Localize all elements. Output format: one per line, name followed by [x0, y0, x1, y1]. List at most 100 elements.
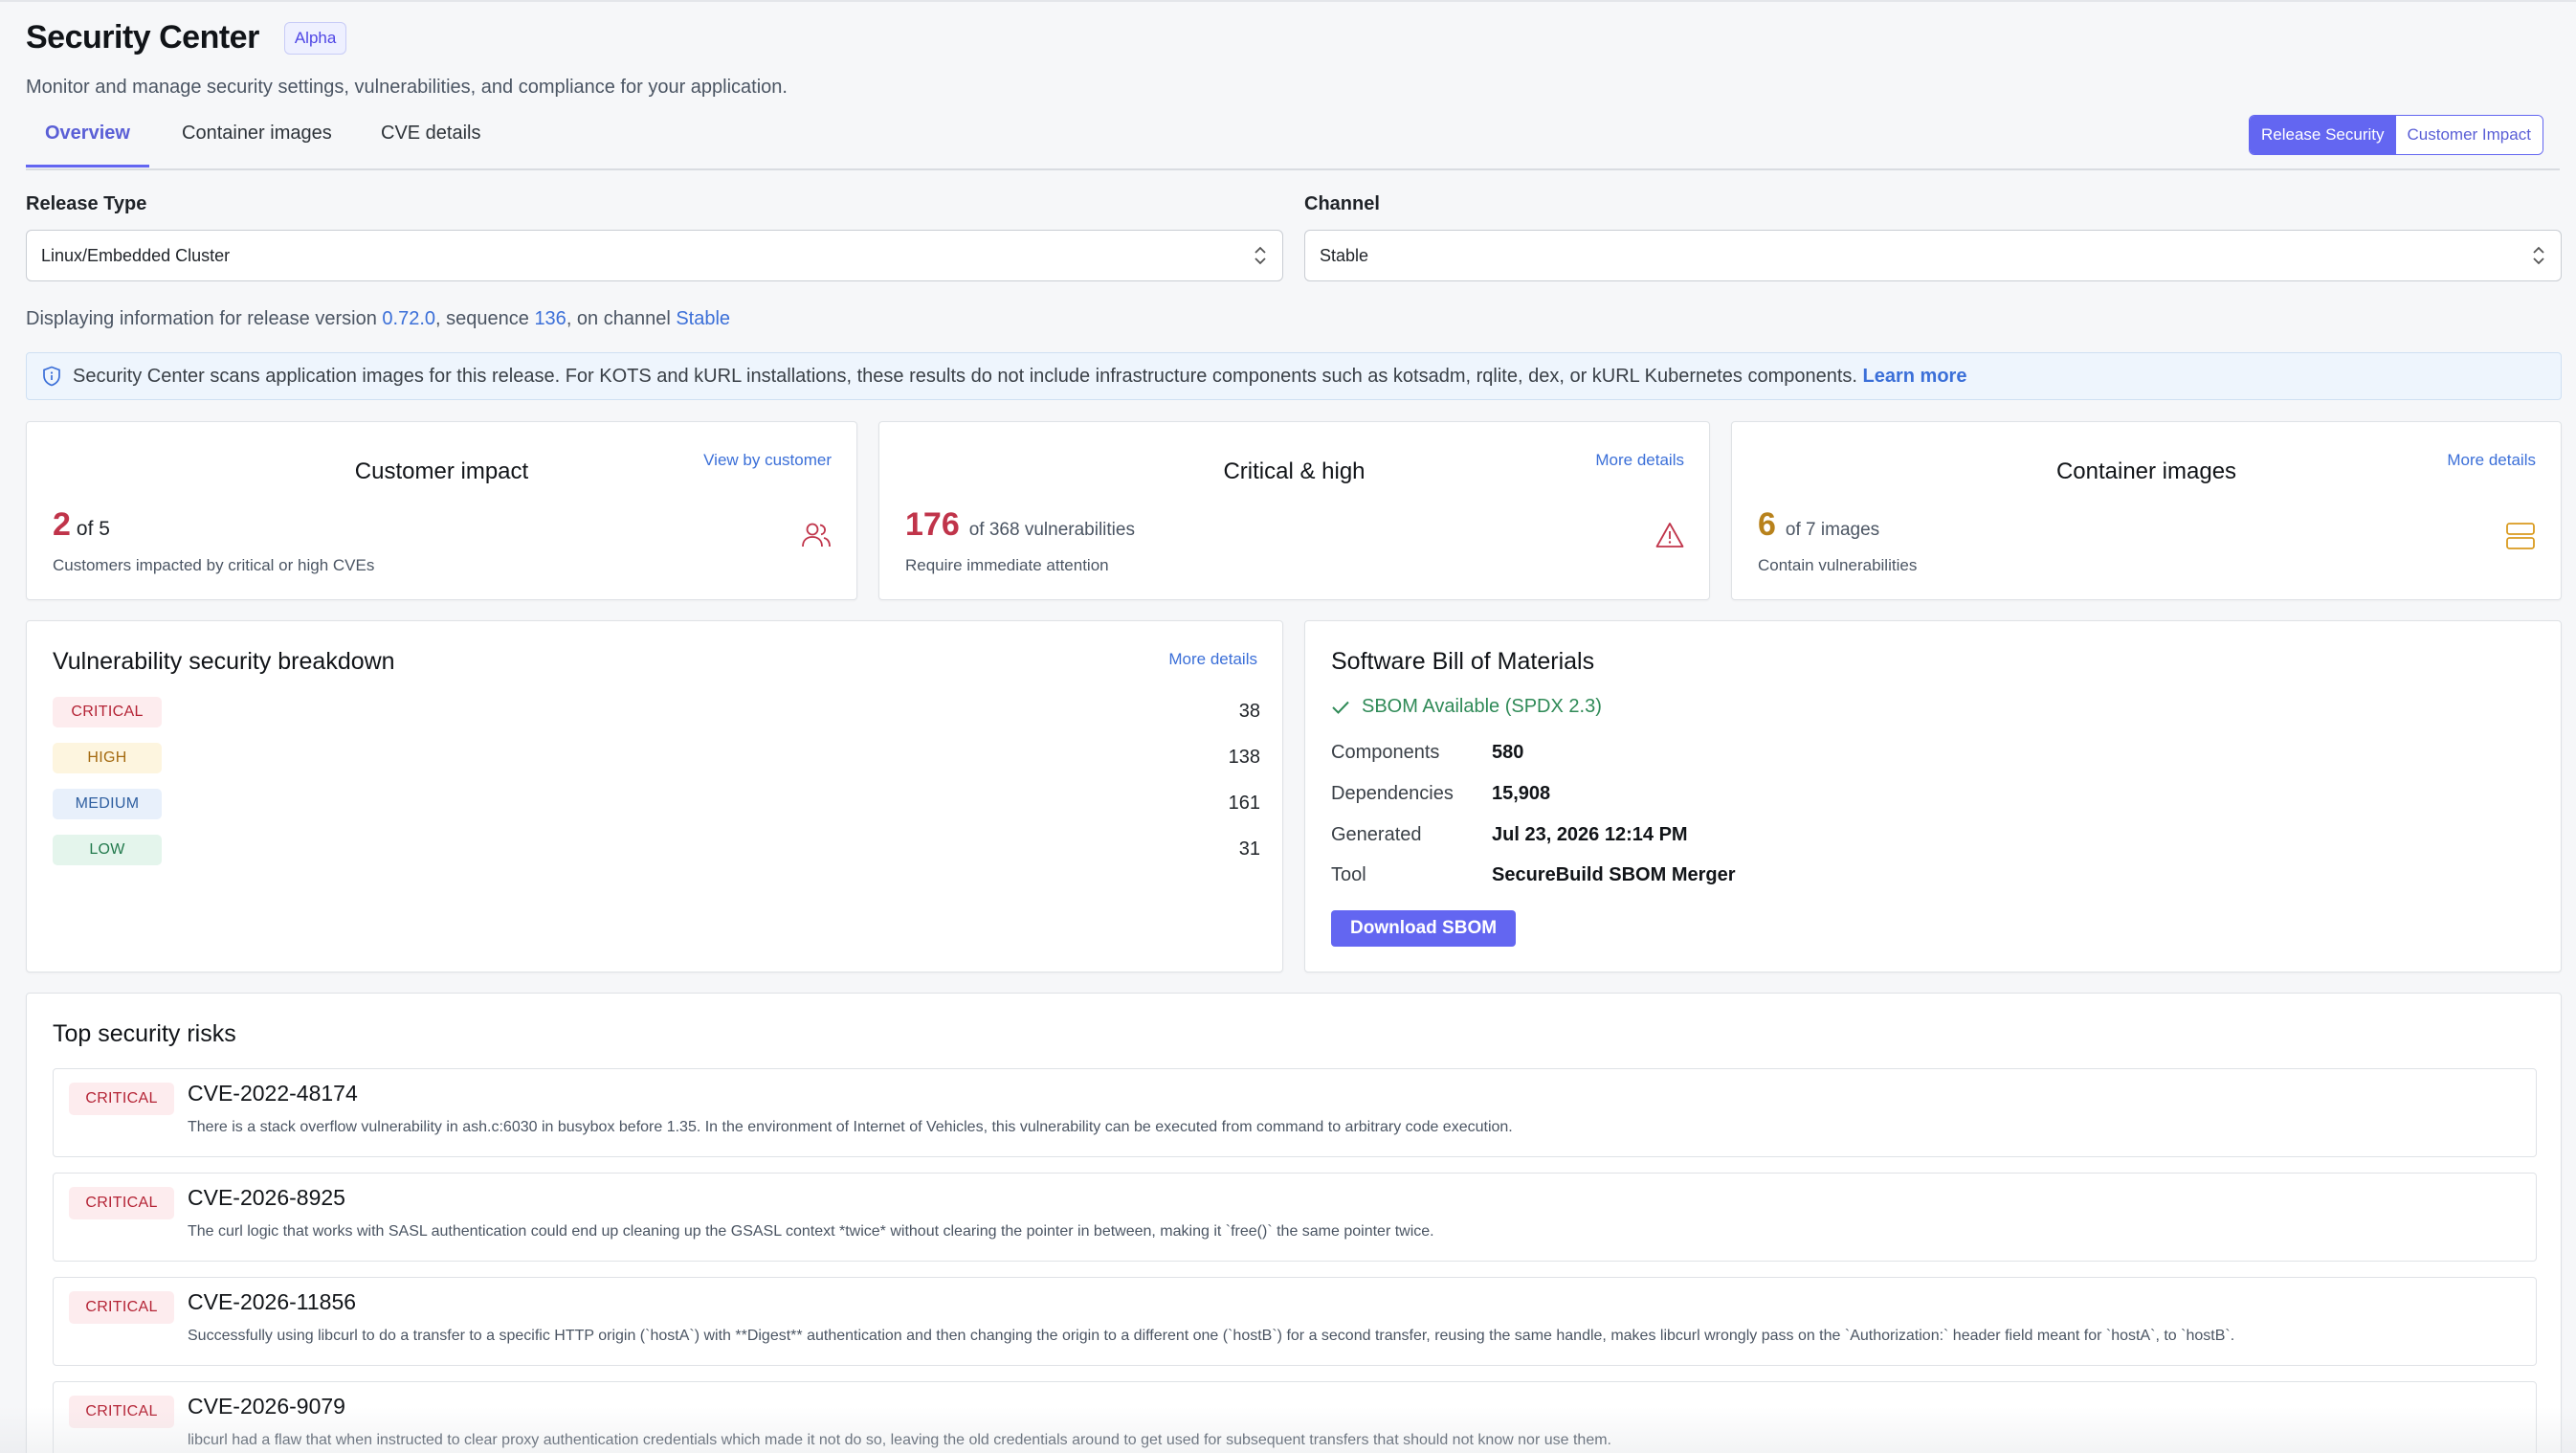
customer-impact-value: 2 of 5 — [53, 506, 110, 544]
release-info: Displaying information for release versi… — [26, 308, 730, 330]
risk-item[interactable]: CRITICAL CVE-2022-48174 There is a stack… — [53, 1068, 2537, 1157]
risk-item[interactable]: CRITICAL CVE-2026-9079 libcurl had a fla… — [53, 1381, 2537, 1453]
header: Security Center Alpha — [26, 19, 347, 56]
critical-high-title: Critical & high — [1223, 458, 1366, 484]
sbom-title: Software Bill of Materials — [1331, 648, 1595, 675]
vulnerability-breakdown-card: Vulnerability security breakdown More de… — [26, 620, 1283, 972]
breakdown-more-details-link[interactable]: More details — [1168, 650, 1257, 669]
sbom-status-text: SBOM Available (SPDX 2.3) — [1362, 696, 1602, 717]
channel-value: Stable — [1320, 246, 1369, 265]
page-title: Security Center — [26, 19, 259, 56]
severity-row-medium: MEDIUM 161 — [53, 789, 1260, 819]
risk-cve-id: CVE-2026-9079 — [188, 1394, 345, 1419]
severity-pill-low: LOW — [53, 835, 162, 865]
top-security-risks-card: Top security risks CRITICAL CVE-2022-481… — [26, 993, 2562, 1453]
top-divider — [0, 0, 2576, 2]
select-chevron-icon — [2533, 246, 2544, 265]
severity-count-medium: 161 — [1228, 793, 1260, 814]
container-images-total: of 7 images — [1785, 520, 1880, 540]
severity-pill-medium: MEDIUM — [53, 789, 162, 819]
tab-container-images[interactable]: Container images — [182, 123, 332, 166]
channel-select[interactable]: Stable — [1304, 230, 2562, 281]
container-images-title: Container images — [2055, 458, 2237, 484]
container-images-number: 6 — [1758, 506, 1776, 543]
risk-cve-id: CVE-2026-8925 — [188, 1185, 345, 1210]
severity-row-critical: CRITICAL 38 — [53, 697, 1260, 727]
critical-high-desc: Require immediate attention — [905, 556, 1109, 574]
breakdown-title: Vulnerability security breakdown — [53, 648, 395, 675]
sbom-key-tool: Tool — [1331, 864, 1366, 885]
risk-description: Successfully using libcurl to do a trans… — [188, 1328, 2235, 1344]
check-icon — [1332, 701, 1349, 714]
sbom-value-generated: Jul 23, 2026 12:14 PM — [1492, 824, 1688, 845]
critical-high-total: of 368 vulnerabilities — [968, 520, 1135, 540]
risk-cve-id: CVE-2026-11856 — [188, 1289, 357, 1314]
channel-label: Channel — [1304, 193, 1380, 214]
severity-row-low: LOW 31 — [53, 835, 1260, 865]
sbom-key-generated: Generated — [1331, 824, 1422, 845]
tab-bar: Overview Container images CVE details — [26, 115, 2560, 170]
security-center-page: Security Center Alpha Monitor and manage… — [0, 0, 2576, 1453]
customer-impact-toggle[interactable]: Customer Impact — [2395, 116, 2543, 154]
critical-high-more-details-link[interactable]: More details — [1595, 451, 1684, 470]
customer-impact-card: Customer impact View by customer 2 of 5 … — [26, 421, 857, 600]
risk-severity-pill: CRITICAL — [69, 1396, 174, 1428]
learn-more-link[interactable]: Learn more — [1863, 366, 1967, 387]
download-sbom-button[interactable]: Download SBOM — [1331, 910, 1517, 947]
server-stack-icon — [2506, 523, 2535, 549]
risk-description: There is a stack overflow vulnerability … — [188, 1119, 1513, 1135]
sbom-key-components: Components — [1331, 742, 1440, 763]
release-type-label: Release Type — [26, 193, 147, 214]
release-sequence-link[interactable]: 136 — [534, 308, 566, 329]
sbom-status: SBOM Available (SPDX 2.3) — [1331, 696, 1602, 718]
users-icon — [802, 523, 831, 548]
severity-row-high: HIGH 138 — [53, 743, 1260, 773]
critical-high-value: 176 of 368 vulnerabilities — [905, 506, 1135, 544]
view-toggle: Release Security Customer Impact — [2249, 115, 2543, 155]
sbom-value-dependencies: 15,908 — [1492, 783, 1551, 804]
release-security-toggle[interactable]: Release Security — [2250, 116, 2396, 154]
risk-description: libcurl had a flaw that when instructed … — [188, 1432, 1611, 1448]
customer-impact-total: of 5 — [76, 518, 110, 540]
container-images-more-details-link[interactable]: More details — [2447, 451, 2536, 470]
warning-triangle-icon — [1655, 523, 1684, 548]
release-type-value: Linux/Embedded Cluster — [41, 246, 231, 265]
alpha-badge: Alpha — [283, 21, 347, 55]
container-images-value: 6 of 7 images — [1758, 506, 1879, 544]
container-images-desc: Contain vulnerabilities — [1758, 556, 1918, 574]
risk-item[interactable]: CRITICAL CVE-2026-8925 The curl logic th… — [53, 1173, 2537, 1262]
customer-impact-desc: Customers impacted by critical or high C… — [53, 556, 375, 574]
sbom-value-components: 580 — [1492, 742, 1524, 763]
shield-info-icon — [43, 366, 60, 387]
sbom-card: Software Bill of Materials SBOM Availabl… — [1304, 620, 2562, 972]
release-channel-link[interactable]: Stable — [676, 308, 730, 329]
page-subtitle: Monitor and manage security settings, vu… — [26, 77, 788, 98]
risk-item[interactable]: CRITICAL CVE-2026-11856 Successfully usi… — [53, 1277, 2537, 1366]
select-chevron-icon — [1255, 246, 1266, 265]
risk-severity-pill: CRITICAL — [69, 1291, 174, 1324]
release-type-select[interactable]: Linux/Embedded Cluster — [26, 230, 1283, 281]
risk-severity-pill: CRITICAL — [69, 1187, 174, 1219]
critical-high-card: Critical & high More details 176 of 368 … — [878, 421, 1710, 600]
customer-impact-number: 2 — [53, 506, 71, 543]
risk-description: The curl logic that works with SASL auth… — [188, 1223, 1434, 1240]
view-by-customer-link[interactable]: View by customer — [703, 451, 832, 470]
sbom-key-dependencies: Dependencies — [1331, 783, 1454, 804]
severity-pill-critical: CRITICAL — [53, 697, 162, 727]
release-version-link[interactable]: 0.72.0 — [382, 308, 435, 329]
tab-overview[interactable]: Overview — [26, 123, 149, 168]
release-info-prefix: Displaying information for release versi… — [26, 308, 383, 329]
release-info-channel-text: , on channel — [566, 308, 677, 329]
severity-pill-high: HIGH — [53, 743, 162, 773]
sbom-value-tool: SecureBuild SBOM Merger — [1492, 864, 1736, 885]
risk-severity-pill: CRITICAL — [69, 1083, 174, 1115]
severity-count-critical: 38 — [1238, 701, 1260, 722]
release-info-sequence-text: , sequence — [435, 308, 535, 329]
severity-count-high: 138 — [1228, 747, 1260, 768]
container-images-card: Container images More details 6 of 7 ima… — [1731, 421, 2562, 600]
severity-count-low: 31 — [1238, 838, 1260, 860]
banner-text: Security Center scans application images… — [73, 366, 1863, 387]
risks-title: Top security risks — [53, 1020, 236, 1047]
info-banner: Security Center scans application images… — [26, 352, 2562, 400]
tab-cve-details[interactable]: CVE details — [381, 123, 481, 166]
